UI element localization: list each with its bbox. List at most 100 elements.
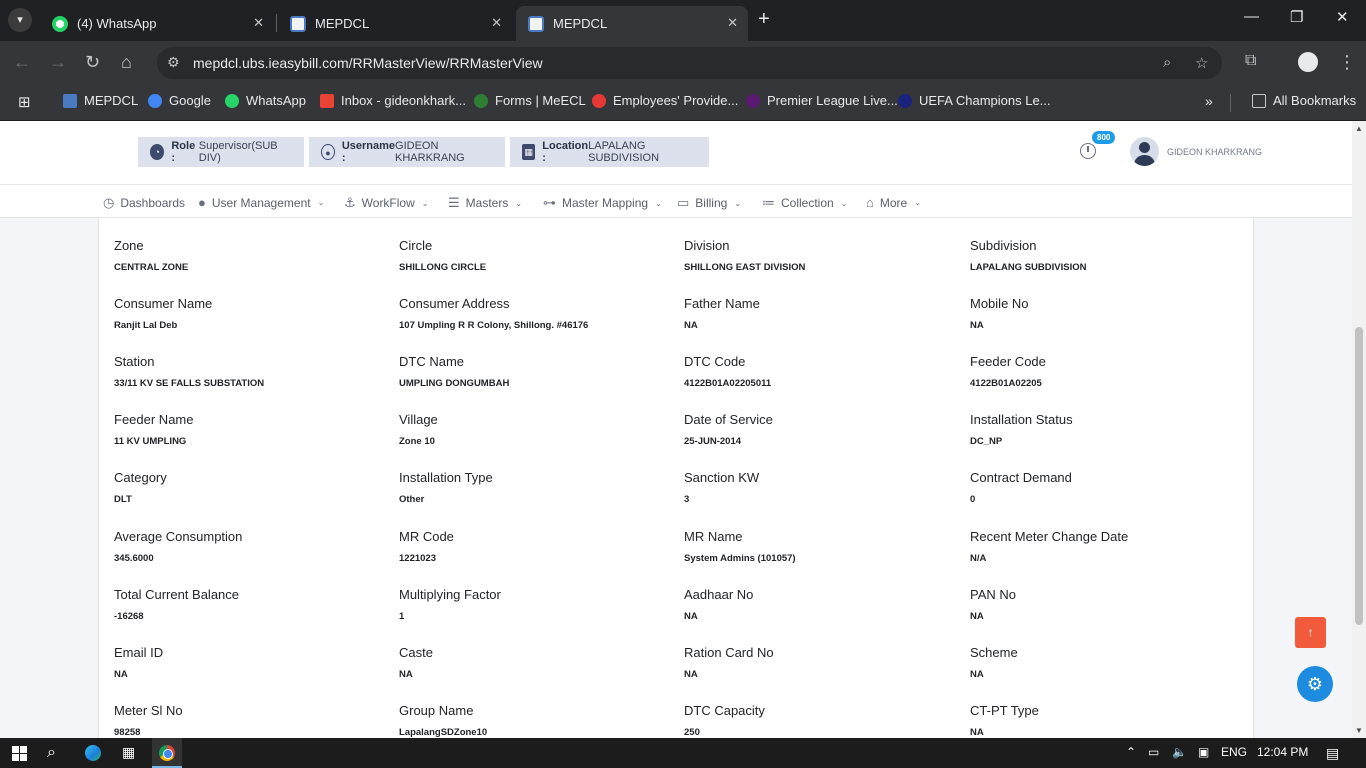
close-icon[interactable]: ✕ [727,15,738,31]
username-pill: ● Username : GIDEON KHARKRANG [309,137,505,167]
dashboard-icon: ◷ [103,195,115,210]
extensions-icon[interactable]: ⧉ [1245,52,1256,70]
field-label: DTC Capacity [684,702,765,718]
uefa-icon [898,93,912,108]
forward-icon[interactable]: → [49,52,67,73]
bookmark-mepdcl[interactable]: MEPDCL [63,93,138,108]
bookmark-uefa[interactable]: UEFA Champions Le... [898,93,1051,108]
field-value: NA [684,320,698,332]
tab-mepdcl-2[interactable]: MEPDCL ✕ [516,6,748,41]
windows-start-icon[interactable] [12,746,27,761]
document-icon [63,93,77,108]
field-label: Feeder Name [114,412,194,428]
close-icon[interactable]: ✕ [491,15,502,31]
detail-field: Circle SHILLONG CIRCLE [399,238,679,273]
detail-field: Division SHILLONG EAST DIVISION [684,238,964,273]
page-scrollbar[interactable]: ▲ ▼ [1352,121,1366,738]
field-value: NA [970,668,984,680]
field-label: MR Name [684,528,743,544]
edge-icon[interactable] [85,745,101,761]
menu-collection[interactable]: ≔ Collection ⌄ [762,195,847,211]
folder-icon [1252,93,1266,108]
menu-master-mapping[interactable]: ⊶ Master Mapping ⌄ [543,195,662,211]
url-text[interactable]: mepdcl.ubs.ieasybill.com/RRMasterView/RR… [193,55,543,71]
more-bookmarks-icon[interactable]: » [1205,93,1213,109]
settings-fab[interactable]: ⚙ [1297,666,1333,702]
restore-icon[interactable]: ❐ [1290,8,1303,26]
user-circle-icon: ● [321,144,335,160]
address-bar[interactable]: ⚙ mepdcl.ubs.ieasybill.com/RRMasterView/… [157,47,1222,79]
apps-icon[interactable]: ⊞ [18,93,31,111]
bookmark-whatsapp[interactable]: WhatsApp [225,93,306,108]
new-tab-icon[interactable]: + [758,8,770,31]
briefcase-icon: ⌂ [866,195,874,210]
field-value: 345.6000 [114,552,154,564]
tab-mepdcl-1[interactable]: MEPDCL ✕ [278,6,512,41]
close-icon[interactable]: ✕ [253,15,264,31]
field-value: NA [684,668,698,680]
menu-billing[interactable]: ▭ Billing ⌄ [677,195,741,211]
network-icon[interactable]: ▭ [1148,745,1159,759]
menu-more[interactable]: ⌂ More ⌄ [866,195,921,210]
home-icon[interactable]: ⌂ [121,52,132,73]
tab-whatsapp[interactable]: (4) WhatsApp ✕ [40,6,274,41]
tray-chevron-icon[interactable]: ⌃ [1126,745,1136,759]
kebab-menu-icon[interactable]: ⋮ [1338,52,1356,73]
star-icon[interactable]: ☆ [1195,54,1208,72]
detail-field: Mobile No NA [970,296,1250,331]
tab-search-button[interactable]: ▾ [8,8,32,32]
scroll-down-icon[interactable]: ▼ [1355,726,1363,735]
clock-text[interactable]: 12:04 PM [1257,745,1308,759]
profile-avatar[interactable] [1298,52,1318,72]
scroll-to-top-button[interactable]: ↑ [1295,617,1326,648]
back-icon[interactable]: ← [13,52,31,73]
search-icon[interactable]: ⌕ [47,744,56,762]
field-value: 4122B01A02205 [970,378,1042,390]
bookmark-epf[interactable]: Employees' Provide... [592,93,738,108]
minimize-icon[interactable]: — [1244,8,1259,25]
site-info-icon[interactable]: ⚙ [167,54,180,71]
field-value: 4122B01A02205011 [684,378,772,390]
bookmark-google[interactable]: Google [148,93,211,108]
bookmark-gmail[interactable]: Inbox - gideonkhark... [320,93,466,108]
anchor-icon: ⚓ [344,195,356,210]
field-value: Ranjit Lal Deb [114,320,178,332]
chevron-down-icon: ⌄ [421,198,429,208]
detail-field: Recent Meter Change Date N/A [970,529,1250,564]
avatar[interactable] [1130,137,1159,166]
scroll-up-icon[interactable]: ▲ [1355,124,1363,133]
language-indicator[interactable]: ENG [1221,745,1247,759]
clock-icon[interactable] [1080,143,1096,159]
bookmark-forms[interactable]: Forms | MeECL [474,93,586,108]
close-window-icon[interactable]: ✕ [1336,8,1349,26]
detail-field: Scheme NA [970,645,1250,680]
menu-user-management[interactable]: ● User Management ⌄ [198,195,324,210]
detail-field: Feeder Name 11 KV UMPLING [114,412,394,447]
bookmark-premier-league[interactable]: Premier League Live... [746,93,898,108]
notifications-icon[interactable]: ▤ [1326,745,1339,762]
user-display-name[interactable]: GIDEON KHARKRANG [1167,147,1262,157]
bookmarks-bar: ⊞ MEPDCL Google WhatsApp Inbox - gideonk… [0,85,1366,121]
field-label: Aadhaar No [684,586,754,602]
chrome-icon[interactable] [159,745,175,761]
field-label: Scheme [970,644,1018,660]
menu-masters[interactable]: ☰ Masters ⌄ [448,195,522,211]
reload-icon[interactable]: ↻ [85,52,100,73]
menu-dashboards[interactable]: ◷ Dashboards [103,195,185,211]
field-value: N/A [970,552,987,564]
menu-workflow[interactable]: ⚓ WorkFlow ⌄ [344,195,428,211]
field-value: LAPALANG SUBDIVISION [970,262,1087,273]
zoom-icon[interactable]: ⌕ [1163,54,1171,71]
detail-field: DTC Name UMPLING DONGUMBAH [399,354,679,389]
all-bookmarks[interactable]: All Bookmarks [1252,93,1356,108]
field-value: DLT [114,494,132,506]
volume-icon[interactable]: 🔈 [1172,745,1187,759]
sitemap-icon: ⊶ [543,195,556,210]
calculator-icon[interactable]: ▦ [122,744,135,761]
monitor-icon: ▭ [677,195,690,210]
detail-field: Total Current Balance -16268 [114,587,394,622]
display-icon[interactable]: ▣ [1198,745,1209,759]
detail-field: Average Consumption 345.6000 [114,529,394,564]
detail-field: Meter Sl No 98258 [114,703,394,738]
scrollbar-thumb[interactable] [1355,327,1363,625]
